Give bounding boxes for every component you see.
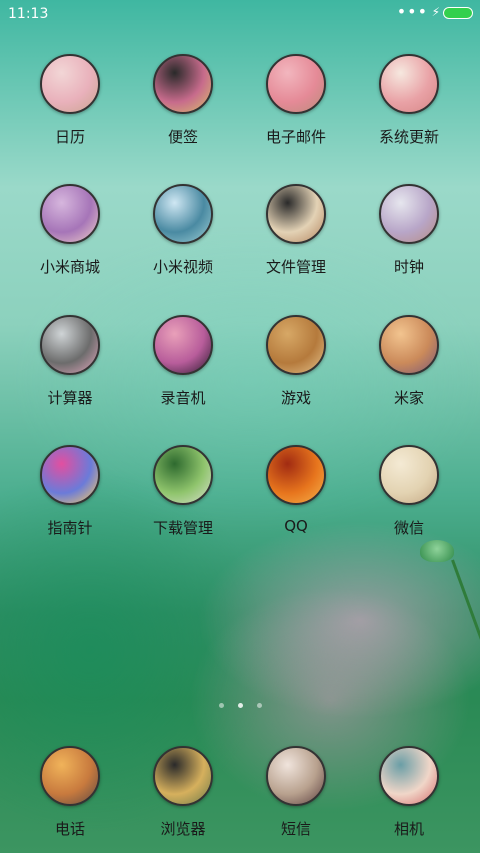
app-label: 计算器 [47, 389, 93, 407]
app-qq[interactable]: QQ [241, 445, 351, 535]
phone-icon[interactable] [40, 746, 100, 806]
app-label: 便签 [167, 128, 198, 146]
camera-icon[interactable] [379, 746, 439, 806]
app-clock[interactable]: 时钟 [354, 184, 464, 277]
sms-icon[interactable] [266, 746, 326, 806]
app-mi-video[interactable]: 小米视频 [128, 184, 238, 277]
recorder-icon[interactable] [153, 315, 213, 375]
app-label: 游戏 [280, 389, 311, 407]
app-label: 下载管理 [152, 519, 213, 537]
app-label: 微信 [393, 519, 424, 537]
mijia-icon[interactable] [379, 315, 439, 375]
page-dot [219, 703, 224, 708]
status-time: 11:13 [8, 6, 49, 22]
app-label: 浏览器 [160, 820, 206, 838]
app-label: 米家 [393, 389, 424, 407]
calendar-icon[interactable] [40, 54, 100, 114]
game-icon[interactable] [266, 315, 326, 375]
app-update[interactable]: 系统更新 [354, 54, 464, 147]
app-label: QQ [284, 517, 308, 535]
calculator-icon[interactable] [40, 315, 100, 375]
app-mail[interactable]: 电子邮件 [241, 54, 351, 147]
status-bar: 11:13 ••• ⚡ [0, 0, 480, 28]
browser-icon[interactable] [153, 746, 213, 806]
app-label: 时钟 [393, 258, 424, 276]
more-dots-icon: ••• [396, 2, 428, 21]
wechat-icon[interactable] [379, 445, 439, 505]
app-camera[interactable]: 相机 [354, 746, 464, 839]
app-browser[interactable]: 浏览器 [128, 746, 238, 839]
mail-icon[interactable] [266, 54, 326, 114]
app-recorder[interactable]: 录音机 [128, 315, 238, 408]
file-manager-icon[interactable] [266, 184, 326, 244]
app-label: 小米视频 [152, 258, 213, 276]
page-dot [257, 703, 262, 708]
battery-icon [443, 7, 473, 19]
compass-icon[interactable] [40, 445, 100, 505]
app-calculator[interactable]: 计算器 [15, 315, 125, 408]
app-label: 相机 [393, 820, 424, 838]
app-label: 文件管理 [265, 258, 326, 276]
download-icon[interactable] [153, 445, 213, 505]
qq-icon[interactable] [266, 445, 326, 505]
clock-icon[interactable] [379, 184, 439, 244]
app-label: 电话 [54, 820, 85, 838]
app-mijia[interactable]: 米家 [354, 315, 464, 408]
notes-icon[interactable] [153, 54, 213, 114]
app-label: 短信 [280, 820, 311, 838]
page-dot-active [238, 703, 243, 708]
app-download[interactable]: 下载管理 [128, 445, 238, 538]
flower-stem [451, 559, 480, 702]
app-label: 指南针 [47, 519, 93, 537]
app-label: 录音机 [160, 389, 206, 407]
app-sms[interactable]: 短信 [241, 746, 351, 839]
app-notes[interactable]: 便签 [128, 54, 238, 147]
mi-store-icon[interactable] [40, 184, 100, 244]
app-compass[interactable]: 指南针 [15, 445, 125, 538]
app-label: 系统更新 [378, 128, 439, 146]
app-game[interactable]: 游戏 [241, 315, 351, 408]
app-label: 日历 [54, 128, 85, 146]
app-label: 小米商城 [39, 258, 100, 276]
app-phone[interactable]: 电话 [15, 746, 125, 839]
lightning-icon: ⚡ [431, 5, 440, 19]
app-file-manager[interactable]: 文件管理 [241, 184, 351, 277]
app-wechat[interactable]: 微信 [354, 445, 464, 538]
page-indicator[interactable] [219, 703, 263, 709]
flower-bud [420, 540, 454, 562]
app-label: 电子邮件 [265, 128, 326, 146]
update-icon[interactable] [379, 54, 439, 114]
mi-video-icon[interactable] [153, 184, 213, 244]
app-mi-store[interactable]: 小米商城 [15, 184, 125, 277]
app-calendar[interactable]: 日历 [15, 54, 125, 147]
